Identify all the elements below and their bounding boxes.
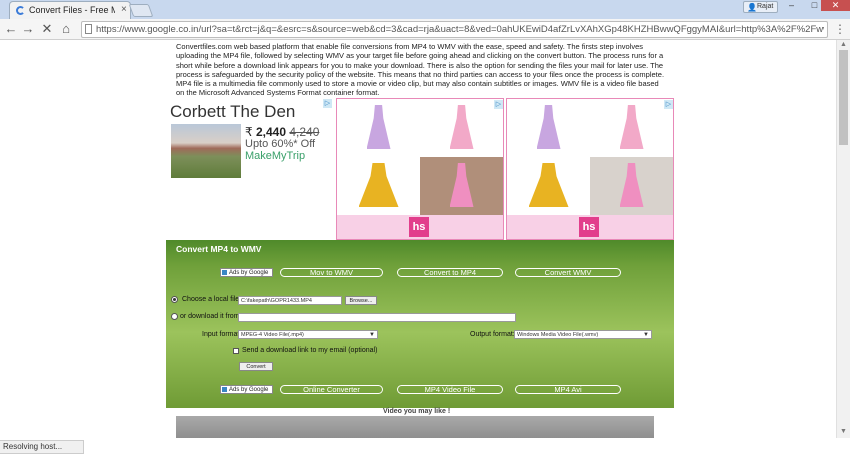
dress-image xyxy=(449,163,474,207)
converter-panel: Convert MP4 to WMV Ads by Google Mov to … xyxy=(166,240,674,408)
ad-price: ₹ 2,440 4,240 xyxy=(245,125,319,139)
email-link-checkbox[interactable] xyxy=(233,348,239,354)
currency-symbol: ₹ xyxy=(245,125,253,139)
input-format-value: MPEG-4 Video File(.mp4) xyxy=(241,332,304,338)
email-link-label: Send a download link to my email (option… xyxy=(242,347,378,354)
dress-thumb[interactable] xyxy=(590,99,673,157)
brand-logo[interactable]: hs xyxy=(579,217,599,237)
link-online-converter[interactable]: Online Converter xyxy=(280,385,383,394)
address-bar[interactable]: https://www.google.co.in/url?sa=t&rct=j&… xyxy=(81,21,828,38)
menu-icon[interactable]: ⋮ xyxy=(834,22,846,36)
close-window-button[interactable]: ✕ xyxy=(821,0,850,11)
output-format-value: Windows Media Video File(.wmv) xyxy=(517,332,599,338)
dress-thumb[interactable] xyxy=(337,157,420,215)
download-url-radio[interactable] xyxy=(171,313,178,320)
hotel-image[interactable] xyxy=(171,124,241,178)
back-icon[interactable]: ← xyxy=(3,21,19,37)
dropdown-arrow-icon: ▼ xyxy=(643,332,649,338)
dropdown-arrow-icon: ▼ xyxy=(369,332,375,338)
link-convert-to-mp4[interactable]: Convert to MP4 xyxy=(397,268,503,277)
tab-title: Convert Files - Free MP4 xyxy=(29,5,115,15)
tab-close-icon[interactable]: × xyxy=(121,4,127,15)
dress-ad-2[interactable]: hs ▷ xyxy=(506,98,674,240)
address-url[interactable]: https://www.google.co.in/url?sa=t&rct=j&… xyxy=(96,24,824,35)
ad-discount: Upto 60%* Off xyxy=(245,138,316,150)
browser-toolbar: ← → ✕ ⌂ https://www.google.co.in/url?sa=… xyxy=(0,19,850,40)
profile-name: Rajat xyxy=(757,3,774,10)
dress-image xyxy=(366,105,391,149)
video-player[interactable] xyxy=(176,416,654,438)
dress-image xyxy=(619,105,644,149)
adchoices-icon[interactable]: ▷ xyxy=(323,99,332,108)
description-text: Convertfiles.com web based platform that… xyxy=(176,42,665,98)
download-url-label: or download it from: xyxy=(180,313,242,320)
scroll-down-icon[interactable]: ▼ xyxy=(840,428,847,435)
ads-by-google[interactable]: Ads by Google xyxy=(220,268,273,277)
brand-bar[interactable]: hs xyxy=(337,215,503,239)
page-icon xyxy=(85,24,92,34)
output-format-label: Output format: xyxy=(470,331,515,338)
new-tab-button[interactable] xyxy=(128,4,154,17)
ad-brand[interactable]: MakeMyTrip xyxy=(245,150,305,162)
scroll-up-icon[interactable]: ▲ xyxy=(840,41,847,48)
dress-image xyxy=(358,163,399,207)
profile-button[interactable]: 👤 Rajat xyxy=(743,1,778,13)
converter-title: Convert MP4 to WMV xyxy=(176,244,262,254)
price-new: 2,440 xyxy=(255,125,287,139)
dress-image xyxy=(528,163,569,207)
stop-icon[interactable]: ✕ xyxy=(39,21,55,37)
dress-ad-1[interactable]: hs ▷ xyxy=(336,98,504,240)
dress-thumb[interactable] xyxy=(420,157,503,215)
dress-thumb[interactable] xyxy=(590,157,673,215)
browser-tab[interactable]: Convert Files - Free MP4 × xyxy=(9,1,131,19)
link-mp4-video-file[interactable]: MP4 Video File xyxy=(397,385,503,394)
dress-image xyxy=(619,163,644,207)
link-mp4-avi[interactable]: MP4 Avi xyxy=(515,385,621,394)
title-bar: Convert Files - Free MP4 × 👤 Rajat – □ ✕ xyxy=(0,0,850,19)
dress-thumb[interactable] xyxy=(507,99,590,157)
adchoices-icon[interactable]: ▷ xyxy=(664,100,673,109)
local-file-radio[interactable] xyxy=(171,296,178,303)
link-mov-to-wmv[interactable]: Mov to WMV xyxy=(280,268,383,277)
vertical-scrollbar[interactable]: ▲ ▼ xyxy=(836,40,850,438)
output-format-select[interactable]: Windows Media Video File(.wmv) ▼ xyxy=(514,330,652,339)
ads-by-google[interactable]: Ads by Google xyxy=(220,385,273,394)
minimize-button[interactable]: – xyxy=(780,0,803,11)
dress-thumb[interactable] xyxy=(420,99,503,157)
hotel-ad[interactable]: Corbett The Den ₹ 2,440 4,240 Upto 60%* … xyxy=(166,98,334,240)
convert-button[interactable]: Convert xyxy=(239,362,273,371)
brand-bar[interactable]: hs xyxy=(507,215,673,239)
status-bar: Resolving host... xyxy=(0,440,84,454)
dress-image xyxy=(536,105,561,149)
ad-title[interactable]: Corbett The Den xyxy=(170,102,295,122)
brand-logo[interactable]: hs xyxy=(409,217,429,237)
local-file-label: Choose a local file: xyxy=(182,296,242,303)
input-format-label: Input format: xyxy=(202,331,242,338)
user-icon: 👤 xyxy=(747,3,757,12)
download-url-field[interactable] xyxy=(238,313,516,322)
dress-image xyxy=(449,105,474,149)
adchoices-icon[interactable]: ▷ xyxy=(494,100,503,109)
input-format-select[interactable]: MPEG-4 Video File(.mp4) ▼ xyxy=(238,330,378,339)
link-convert-wmv[interactable]: Convert WMV xyxy=(515,268,621,277)
local-file-field[interactable]: C:\fakepath\GOPR1433.MP4 xyxy=(238,296,342,305)
scroll-thumb[interactable] xyxy=(839,50,848,145)
dress-thumb[interactable] xyxy=(507,157,590,215)
loading-spinner-icon xyxy=(16,6,25,15)
home-icon[interactable]: ⌂ xyxy=(58,21,74,37)
price-old: 4,240 xyxy=(289,125,320,139)
forward-icon[interactable]: → xyxy=(20,21,36,37)
video-heading: Video you may like ! xyxy=(383,408,451,415)
browse-button[interactable]: Browse... xyxy=(345,296,377,305)
dress-thumb[interactable] xyxy=(337,99,420,157)
